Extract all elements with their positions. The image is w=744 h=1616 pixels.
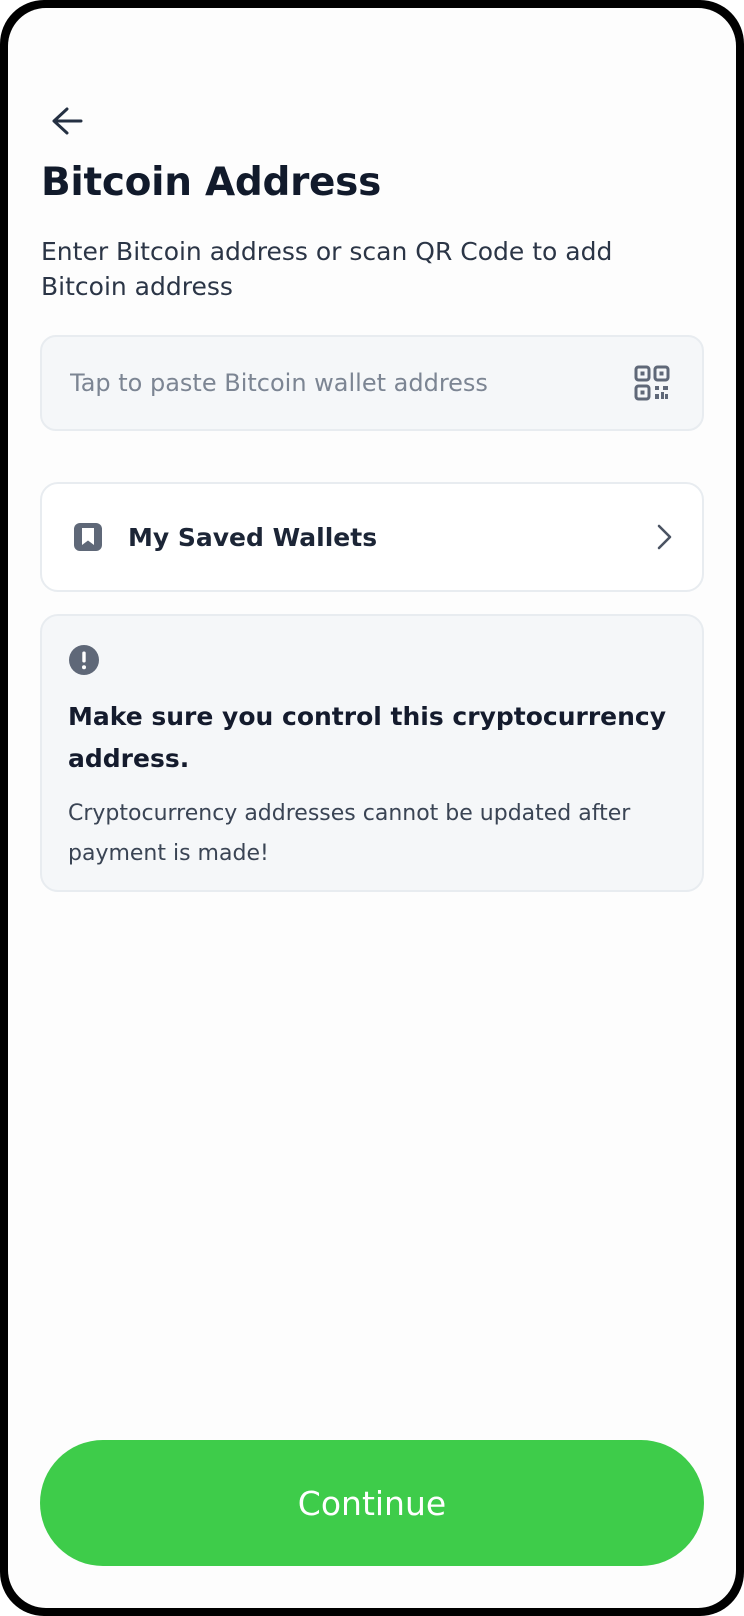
saved-wallets-label: My Saved Wallets bbox=[128, 522, 378, 552]
scan-qr-button[interactable] bbox=[630, 361, 674, 405]
qr-code-icon bbox=[634, 365, 670, 401]
arrow-left-icon bbox=[52, 107, 83, 135]
screen: Bitcoin Address Enter Bitcoin address or… bbox=[8, 8, 736, 1608]
warning-notice: Make sure you control this cryptocurrenc… bbox=[40, 614, 704, 892]
phone-frame: Bitcoin Address Enter Bitcoin address or… bbox=[0, 0, 744, 1616]
address-input[interactable] bbox=[70, 369, 630, 397]
back-button[interactable] bbox=[42, 96, 92, 146]
address-field[interactable] bbox=[40, 335, 704, 431]
continue-button[interactable]: Continue bbox=[40, 1440, 704, 1566]
notice-heading: Make sure you control this cryptocurrenc… bbox=[68, 702, 667, 773]
saved-wallets-row[interactable]: My Saved Wallets bbox=[40, 482, 704, 592]
bookmark-icon-wrap bbox=[70, 519, 106, 555]
notice-body: Cryptocurrency addresses cannot be updat… bbox=[68, 801, 631, 866]
page-title: Bitcoin Address bbox=[41, 160, 381, 205]
exclamation-circle-icon bbox=[69, 645, 99, 675]
bookmark-icon bbox=[74, 523, 102, 551]
chevron-right-icon bbox=[657, 524, 672, 550]
page-subtitle: Enter Bitcoin address or scan QR Code to… bbox=[41, 237, 613, 301]
